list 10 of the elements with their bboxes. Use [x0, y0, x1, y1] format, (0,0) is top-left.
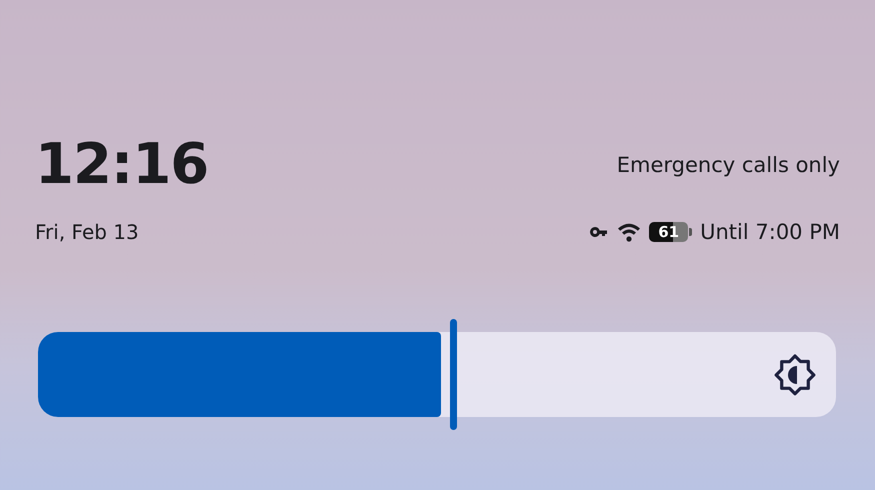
battery-level: 61 [649, 222, 688, 242]
key-icon [589, 226, 610, 238]
brightness-slider[interactable] [38, 319, 836, 430]
date-text: Fri, Feb 13 [35, 220, 139, 244]
battery-estimate: Until 7:00 PM [700, 220, 840, 244]
carrier-status: Emergency calls only [616, 153, 840, 177]
slider-handle[interactable] [450, 319, 457, 430]
clock-time: 12:16 [35, 132, 208, 198]
brightness-icon [772, 352, 818, 398]
wifi-icon [617, 222, 642, 242]
